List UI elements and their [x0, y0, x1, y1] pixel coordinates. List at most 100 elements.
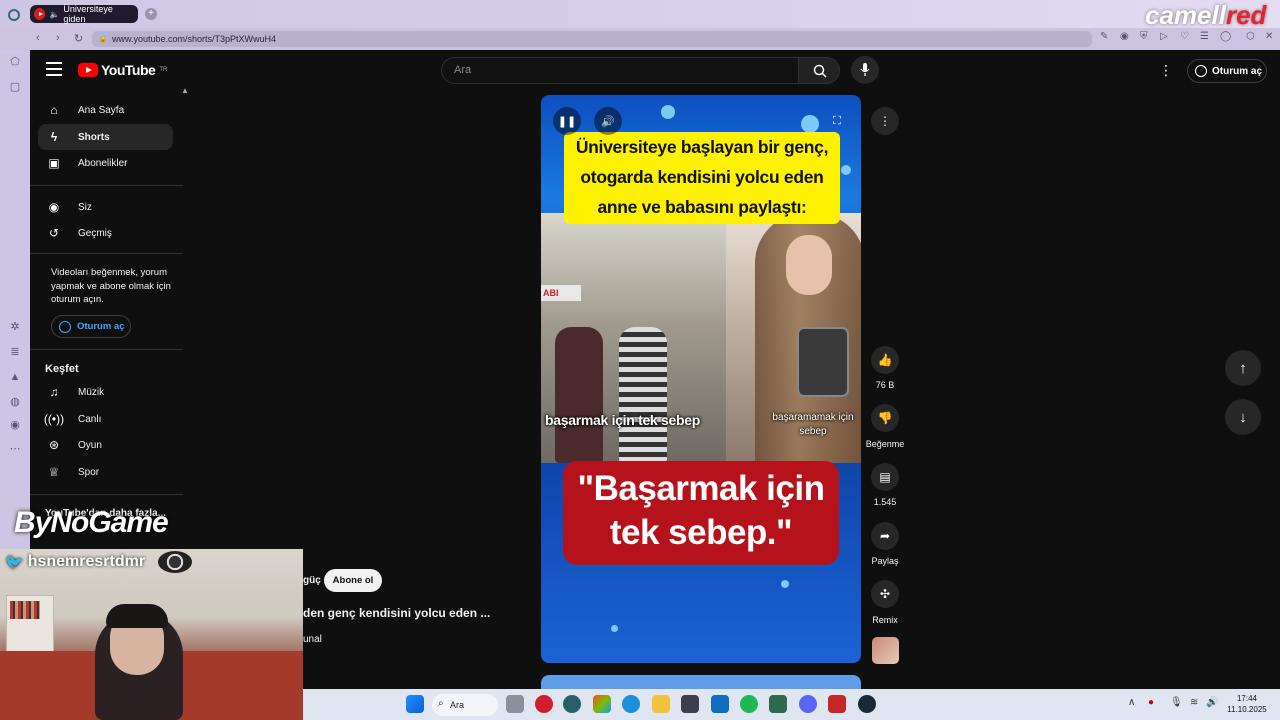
next-short-button[interactable]: ↓ [1225, 399, 1261, 435]
settings-icon[interactable]: ☰ [1200, 31, 1209, 42]
opera-icon[interactable] [535, 695, 553, 713]
tray-app-icon[interactable]: ● [1148, 697, 1154, 708]
extensions-icon[interactable]: ⬡ [1246, 31, 1255, 42]
sidebar-item-label: Oyun [78, 439, 102, 451]
outlook-icon[interactable] [711, 695, 729, 713]
sound-label[interactable]: unal [303, 634, 322, 645]
browser-tab-bar: 🔈 Üniversiteye giden + camellred [0, 0, 1280, 30]
remix-button[interactable]: ✣ [871, 580, 899, 608]
sidebar-item-gaming[interactable]: ⊛ Oyun [38, 432, 173, 458]
play-icon[interactable]: ▷ [1160, 31, 1168, 42]
back-icon[interactable]: ‹ [36, 32, 40, 44]
dislike-label: Beğenme [865, 439, 905, 449]
dislike-button[interactable]: 👎 [871, 404, 899, 432]
sidebar-item-shorts[interactable]: ϟ Shorts [38, 124, 173, 150]
sidebar-item-label: Müzik [78, 386, 105, 398]
window-close-icon[interactable]: ✕ [1265, 31, 1273, 42]
comments-button[interactable]: ▤ [871, 463, 899, 491]
tray-mic-icon[interactable]: 🎙 [1170, 697, 1183, 708]
settings-menu-icon[interactable]: ⋮ [1158, 62, 1174, 80]
sound-thumbnail[interactable] [872, 637, 899, 664]
discord-icon[interactable] [799, 695, 817, 713]
camera-icon[interactable]: ◉ [1120, 31, 1129, 42]
search-input[interactable]: Ara [441, 57, 799, 84]
previous-short-button[interactable]: ↑ [1225, 350, 1261, 386]
volume-icon[interactable]: 🔊 [1206, 697, 1218, 708]
home-panel-icon[interactable]: ⬠ [8, 55, 22, 69]
shield-icon[interactable]: ⛨ [1140, 31, 1148, 42]
sidebar-item-sports[interactable]: ♕ Spor [38, 459, 173, 485]
webcam-feed [0, 549, 303, 720]
forward-icon[interactable]: › [56, 32, 60, 44]
channel-name[interactable]: güç [303, 575, 321, 586]
short-title[interactable]: den genç kendisini yolcu eden ... [303, 606, 490, 620]
thumbs-down-icon: 👎 [877, 411, 893, 425]
sidebar-item-home[interactable]: ⌂ Ana Sayfa [38, 97, 173, 123]
user-icon [59, 320, 71, 333]
history-icon: ↺ [48, 226, 60, 240]
short-video-player[interactable]: ABI Üniversiteye başlayan bir genç, otog… [541, 95, 861, 663]
search-icon [813, 64, 827, 78]
file-explorer-icon[interactable] [652, 695, 670, 713]
start-icon[interactable] [406, 695, 424, 713]
sidebar-scroll-up-icon[interactable]: ▲ [181, 86, 189, 95]
task-view-icon[interactable] [506, 695, 524, 713]
tray-chevron-icon[interactable]: ∧ [1128, 697, 1135, 708]
reload-icon[interactable]: ↻ [74, 32, 83, 45]
wifi-icon[interactable]: ≋ [1190, 697, 1198, 708]
voice-search-button[interactable] [851, 56, 879, 84]
share-icon: ➦ [879, 529, 891, 543]
microsoft365-icon[interactable] [593, 695, 611, 713]
store-icon[interactable] [681, 695, 699, 713]
taskbar-search[interactable]: ⌕ Ara [432, 694, 498, 716]
edit-icon[interactable]: ✎ [1100, 31, 1108, 42]
whatsapp-panel-icon[interactable]: ◉ [8, 418, 22, 432]
comment-icon: ▤ [879, 470, 891, 484]
heart-icon[interactable]: ♡ [1180, 31, 1189, 42]
sidebar-divider [30, 185, 183, 186]
sidebar-item-history[interactable]: ↺ Geçmiş [38, 220, 173, 246]
search-icon: ⌕ [438, 698, 444, 709]
sidebar-item-music[interactable]: ♫ Müzik [38, 379, 173, 405]
like-button[interactable]: 👍 [871, 346, 899, 374]
youtube-logo[interactable]: YouTube TR [78, 62, 167, 78]
search-button[interactable] [798, 57, 840, 84]
more-options-button[interactable]: ⋮ [871, 107, 899, 135]
sidebar-signin-button[interactable]: Oturum aç [51, 315, 131, 338]
bookmark-panel-icon[interactable]: ▢ [8, 80, 22, 94]
app-icon[interactable] [769, 695, 787, 713]
extension-panel-icon[interactable]: ✲ [8, 320, 22, 334]
sidebar-item-live[interactable]: ((•)) Canlı [38, 406, 173, 432]
menu-icon[interactable] [46, 62, 62, 76]
url-field[interactable]: 🔒 www.youtube.com/shorts/T3pPtXWwuH4 [92, 31, 1092, 47]
fullscreen-button[interactable]: ⛶ [823, 107, 851, 135]
next-short-preview[interactable] [541, 675, 861, 689]
volume-button[interactable]: 🔊 [594, 107, 622, 135]
browser-logo-icon[interactable] [8, 9, 20, 21]
taskbar-clock[interactable]: 17:44 11.10.2025 [1222, 693, 1272, 715]
sidebar-item-label: Spor [78, 466, 100, 478]
drive-panel-icon[interactable]: ▲ [8, 370, 22, 384]
sidebar-item-you[interactable]: ◉ Siz [38, 194, 173, 220]
speaker-icon[interactable]: 🔈 [49, 10, 59, 19]
label-right: başaramamak için sebep [772, 412, 854, 437]
signin-button[interactable]: Oturum aç [1187, 59, 1267, 83]
spotify-icon[interactable] [740, 695, 758, 713]
share-button[interactable]: ➦ [871, 522, 899, 550]
subscribe-button[interactable]: Abone ol [324, 569, 382, 592]
more-panel-icon[interactable]: ⋯ [8, 442, 22, 456]
sidebar-item-subscriptions[interactable]: ▣ Abonelikler [38, 150, 173, 176]
app-red-icon[interactable] [828, 695, 846, 713]
pause-button[interactable]: ❚❚ [553, 107, 581, 135]
gaming-icon: ⊛ [48, 438, 60, 452]
sidebar-item-label: Canlı [78, 413, 102, 425]
arrow-down-icon: ↓ [1239, 408, 1247, 426]
messenger-panel-icon[interactable]: ◍ [8, 395, 22, 409]
steam-icon[interactable] [858, 695, 876, 713]
browser-tab[interactable]: 🔈 Üniversiteye giden [30, 4, 138, 24]
edge-icon[interactable] [622, 695, 640, 713]
account-icon[interactable]: ◯ [1220, 31, 1231, 42]
opera-gx-icon[interactable] [563, 695, 581, 713]
new-tab-button[interactable]: + [145, 8, 157, 20]
notes-panel-icon[interactable]: ≣ [8, 345, 22, 359]
